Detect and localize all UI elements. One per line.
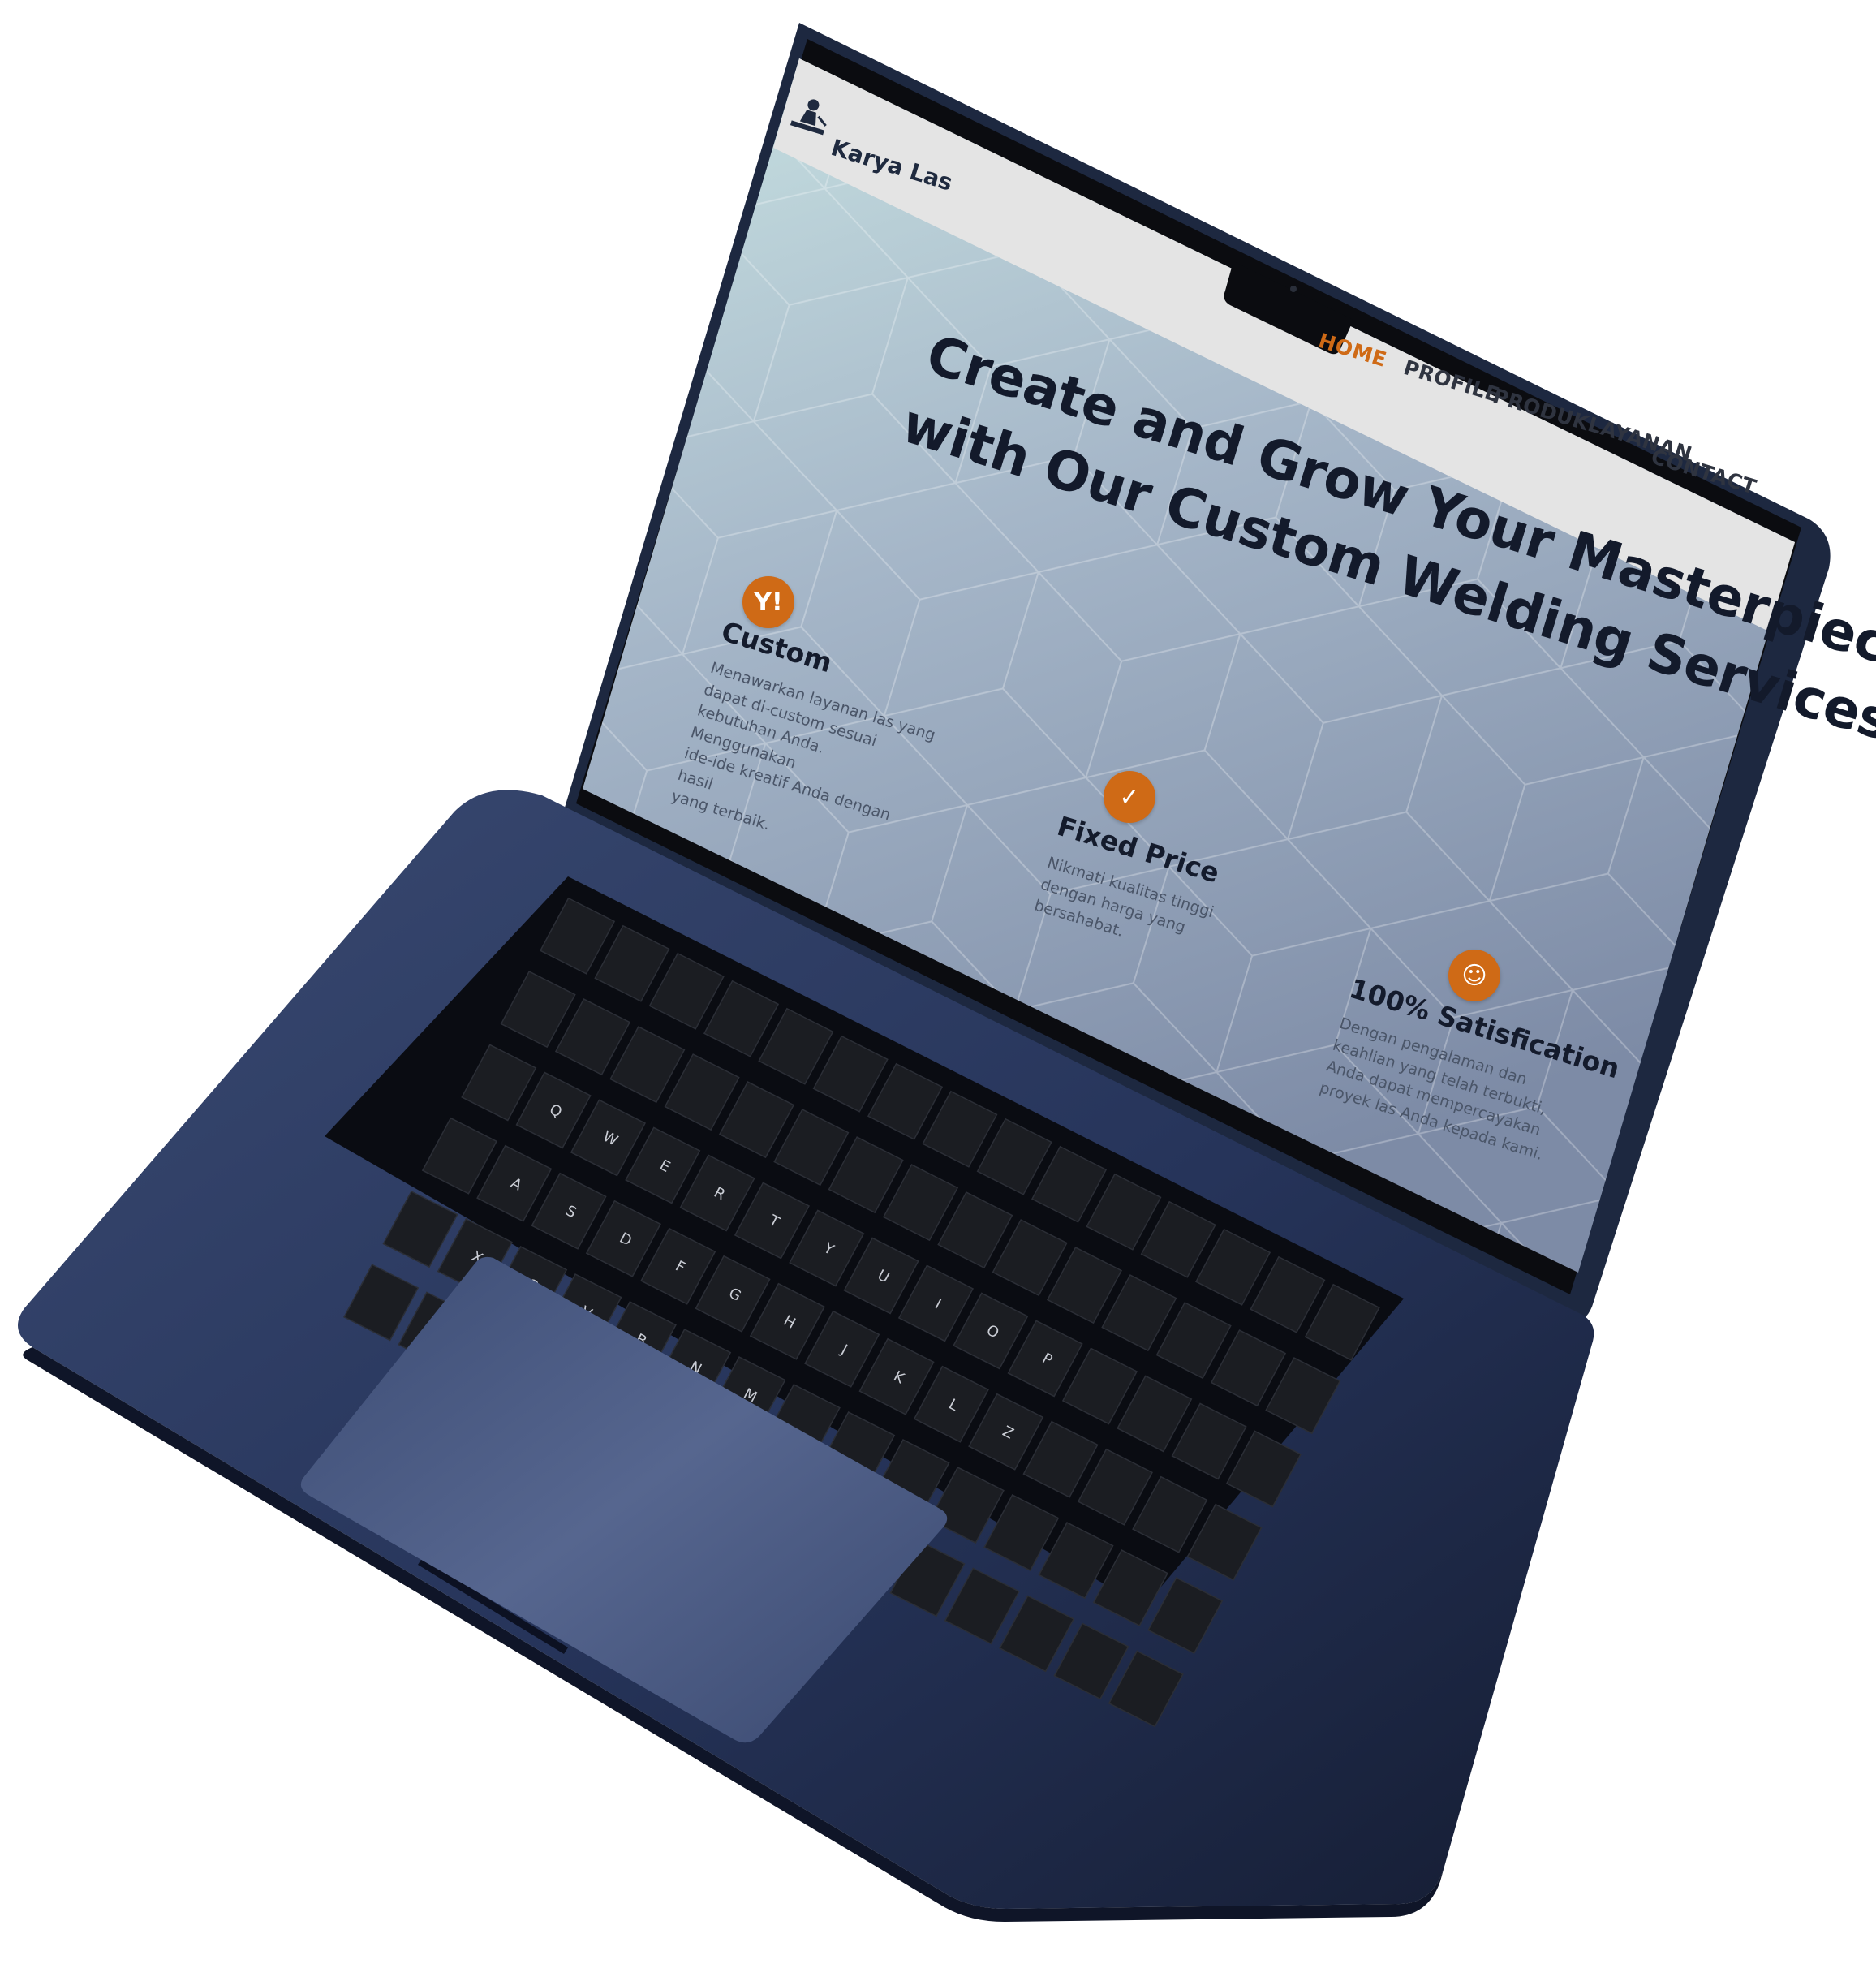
smile-icon: ☺	[1448, 950, 1500, 1001]
laptop-mockup: QWERTYUIOPASDFGHJKLZXCVBNM	[18, 23, 1831, 1922]
check-icon: ✓	[1104, 771, 1155, 823]
tools-icon: Y!	[742, 576, 794, 628]
